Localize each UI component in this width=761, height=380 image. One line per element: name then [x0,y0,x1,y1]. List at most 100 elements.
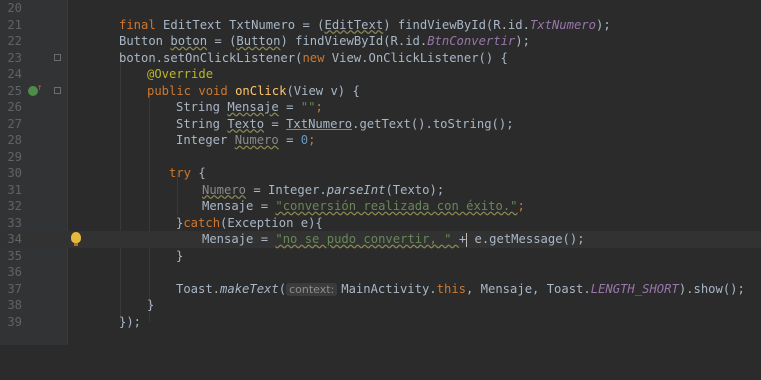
code-line-37[interactable]: 37 Toast.makeText(context: MainActivity.t… [0,281,761,298]
number-literal: 0 [300,133,309,147]
variable-reference: TxtNumero [286,116,353,131]
resource-id: TxtNumero [529,17,596,32]
variable-name: Texto [227,116,265,131]
redundant-cast: EditText [324,17,384,32]
code-line-35[interactable]: 35 } [0,248,761,265]
keyword: public [147,83,199,98]
code-line-31[interactable]: 31 Numero = Integer.parseInt(Texto); [0,182,761,199]
code-text: Mensaje = "conversión realizada con éxit… [202,198,525,215]
code-line-28[interactable]: 28 Integer Numero = 0; [0,132,761,149]
code-text: String Mensaje = ""; [176,99,323,116]
lightbulb-icon[interactable] [71,232,81,246]
keyword: final [119,17,164,32]
variable-name: Numero [234,133,279,147]
code-line-36[interactable]: 36 [0,264,761,281]
line-number: 29 [7,149,22,164]
code-line-24[interactable]: 24 @Override [0,66,761,83]
class-ref: MainActivity. [341,281,437,296]
code-line-26[interactable]: 26 String Mensaje = ""; [0,99,761,116]
line-number: 26 [7,100,22,114]
keyword: catch [183,215,221,230]
code-line-30[interactable]: 30 try { [0,165,761,182]
code-line-23[interactable]: 23 boton.setOnClickListener(new View.OnC… [0,50,761,67]
code-text: Button boton = (Button) findViewById(R.i… [119,33,530,50]
class-ref: Toast. [176,281,221,296]
brace: } [176,248,184,263]
code-line-32[interactable]: 32 Mensaje = "conversión realizada con é… [0,198,761,215]
type-name: String [176,100,228,114]
exception-param: (Exception e){ [220,215,323,230]
paren: ( [278,281,287,296]
line-number: 20 [7,1,22,15]
keyword: try [169,166,199,180]
method-chain: .getText().toString(); [352,116,514,131]
line-number: 31 [7,182,22,197]
semicolon: ; [517,199,525,213]
code-line-39[interactable]: 39 }); [0,314,761,331]
method-call: ) findViewById(R.id. [280,34,428,48]
line-number: 38 [7,298,22,312]
code-line-25[interactable]: 25 ↑ public void onClick(View v) { [0,83,761,100]
code-text: Integer Numero = 0; [176,132,315,149]
code-text: }catch(Exception e){ [176,215,323,232]
code-text: boton.setOnClickListener(new View.OnClic… [119,50,508,67]
operator: = [278,100,301,114]
line-number: 37 [7,281,22,296]
class-ref: = Integer. [246,182,327,197]
code-lines: 20 21 final EditText TxtNumero = (EditTe… [0,0,761,330]
line-number: 21 [7,17,22,32]
line-number: 24 [7,67,22,81]
variable-name: Numero [202,182,247,197]
code-text: Numero = Integer.parseInt(Texto); [202,182,444,199]
code-line-22[interactable]: 22 Button boton = (Button) findViewById(… [0,33,761,50]
code-line-20[interactable]: 20 [0,0,761,17]
variable-name: TxtNumero [229,17,296,32]
override-arrow-icon: ↑ [37,82,43,93]
type-name: Integer [176,133,235,147]
code-line-21[interactable]: 21 final EditText TxtNumero = (EditText)… [0,17,761,34]
code-line-29[interactable]: 29 [0,149,761,166]
annotation: @Override [147,67,214,81]
static-constant: LENGTH_SHORT [590,281,679,296]
variable-name: boton [170,34,208,48]
type-name: String [176,116,228,131]
code-text: try { [169,165,206,182]
arguments: (Texto); [385,182,445,197]
assignment: Mensaje = [202,232,276,246]
method-call: ) findViewById(R.id. [383,17,530,32]
line-number: 25 [7,83,22,98]
code-line-27[interactable]: 27 String Texto = TxtNumero.getText().to… [0,116,761,133]
semicolon: ; [315,100,323,114]
variable-name: Mensaje [227,100,279,114]
fold-marker-icon[interactable] [54,53,61,61]
string-literal: "conversión realizada con éxito." [275,199,518,213]
parameters: (View v) { [286,83,360,98]
line-number: 27 [7,116,22,131]
code-text: }); [119,314,141,331]
method-call: boton.setOnClickListener( [119,50,303,65]
string-literal: "no se pudo convertir, " [275,232,459,246]
code-line-38[interactable]: 38 } [0,297,761,314]
keyword: void [198,83,236,98]
code-text: } [176,248,183,265]
operator: = ( [295,17,325,32]
line-number: 30 [7,166,22,180]
static-method: makeText [220,281,279,296]
operator: = [278,133,301,147]
code-editor[interactable]: 20 21 final EditText TxtNumero = (EditTe… [0,0,761,345]
method-name: onClick [235,83,287,98]
code-line-33[interactable]: 33 }catch(Exception e){ [0,215,761,232]
semicolon: ; [308,133,316,147]
code-text: public void onClick(View v) { [147,83,360,100]
brace: }); [119,314,142,329]
code-text: } [147,297,154,314]
code-line-34[interactable]: 34 Mensaje = "no se pudo convertir, " + … [0,231,761,248]
line-number: 28 [7,133,22,147]
resource-id: BtnConvertir [427,34,516,48]
keyword: this [436,281,466,296]
type-name: EditText [163,17,230,32]
string-literal: "" [300,100,316,114]
arguments: , Mensaje, Toast. [466,281,591,296]
fold-marker-icon[interactable] [54,86,61,94]
brace: } [147,298,155,312]
